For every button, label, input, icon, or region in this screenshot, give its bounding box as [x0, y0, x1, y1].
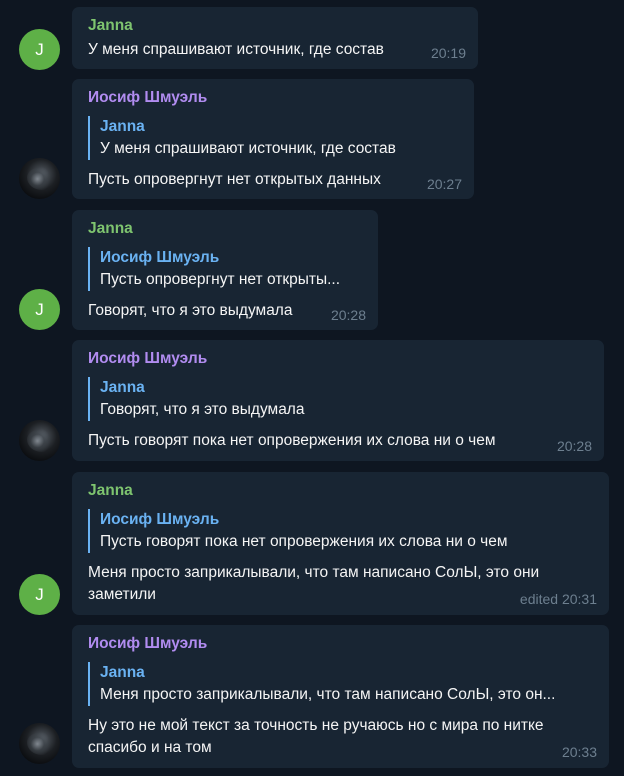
- author-name[interactable]: Janna: [88, 482, 133, 500]
- reply-quote[interactable]: Janna У меня спрашивают источник, где со…: [88, 116, 418, 160]
- avatar[interactable]: [19, 420, 60, 461]
- message-bubble[interactable]: Иосиф Шмуэль Janna Говорят, что я это вы…: [72, 340, 604, 461]
- reply-quote[interactable]: Иосиф Шмуэль Пусть опровергнут нет откры…: [88, 247, 364, 291]
- message-time: 20:28: [330, 307, 366, 323]
- reply-text: Меня просто заприкалывали, что там напис…: [100, 686, 556, 703]
- message-bubble[interactable]: Janna Иосиф Шмуэль Пусть говорят пока не…: [72, 472, 609, 615]
- message-text: Ну это не мой текст за точность не ручаю…: [88, 715, 544, 759]
- message-text-line: заметили: [88, 586, 156, 603]
- avatar-photo: [27, 168, 53, 190]
- author-name[interactable]: Иосиф Шмуэль: [88, 350, 207, 368]
- avatar[interactable]: J: [19, 29, 60, 70]
- avatar-letter: J: [35, 39, 44, 59]
- message-time: 20:27: [426, 176, 462, 192]
- avatar[interactable]: [19, 723, 60, 764]
- message-bubble[interactable]: Janna Иосиф Шмуэль Пусть опровергнут нет…: [72, 210, 378, 330]
- message-text-line: спасибо и на том: [88, 739, 212, 756]
- message-bubble[interactable]: Janna У меня спрашивают источник, где со…: [72, 7, 478, 69]
- reply-author: Иосиф Шмуэль: [100, 511, 220, 528]
- author-name[interactable]: Janna: [88, 17, 133, 35]
- message-text: Говорят, что я это выдумала: [88, 302, 293, 319]
- author-name[interactable]: Иосиф Шмуэль: [88, 635, 207, 653]
- reply-quote[interactable]: Janna Говорят, что я это выдумала: [88, 377, 418, 421]
- avatar[interactable]: [19, 158, 60, 199]
- reply-quote[interactable]: Janna Меня просто заприкалывали, что там…: [88, 662, 593, 706]
- reply-author: Janna: [100, 379, 145, 396]
- message-time: 20:19: [430, 45, 466, 61]
- message-bubble[interactable]: Иосиф Шмуэль Janna У меня спрашивают ист…: [72, 79, 474, 199]
- avatar[interactable]: J: [19, 289, 60, 330]
- message-text: Меня просто заприкалывали, что там напис…: [88, 562, 539, 606]
- reply-author: Иосиф Шмуэль: [100, 249, 220, 266]
- message-time: 20:28: [556, 438, 592, 454]
- avatar-photo: [27, 430, 53, 452]
- message-time: edited 20:31: [519, 591, 597, 607]
- reply-author: Janna: [100, 118, 145, 135]
- author-name[interactable]: Janna: [88, 220, 133, 238]
- message-text-line: Ну это не мой текст за точность не ручаю…: [88, 717, 544, 734]
- reply-author: Janna: [100, 664, 145, 681]
- avatar-photo: [27, 733, 53, 755]
- avatar-letter: J: [35, 299, 44, 319]
- avatar[interactable]: J: [19, 574, 60, 615]
- message-text-line: Меня просто заприкалывали, что там напис…: [88, 564, 540, 581]
- message-bubble[interactable]: Иосиф Шмуэль Janna Меня просто заприкалы…: [72, 625, 609, 768]
- reply-quote[interactable]: Иосиф Шмуэль Пусть говорят пока нет опро…: [88, 509, 593, 553]
- message-text: Пусть говорят пока нет опровержения их с…: [88, 432, 496, 449]
- reply-text: Пусть опровергнут нет открыты...: [100, 271, 341, 288]
- author-name[interactable]: Иосиф Шмуэль: [88, 89, 207, 107]
- message-text: Пусть опровергнут нет открытых данных: [88, 171, 381, 188]
- reply-text: Пусть говорят пока нет опровержения их с…: [100, 533, 508, 550]
- avatar-letter: J: [35, 584, 44, 604]
- message-time: 20:33: [561, 744, 597, 760]
- reply-text: У меня спрашивают источник, где состав: [100, 140, 396, 157]
- message-text: У меня спрашивают источник, где состав: [88, 41, 384, 58]
- reply-text: Говорят, что я это выдумала: [100, 401, 305, 418]
